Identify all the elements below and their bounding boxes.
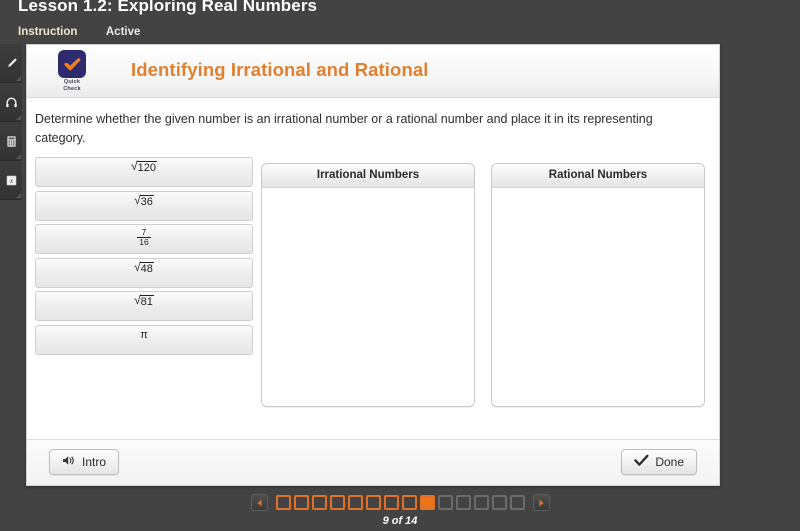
pagination-box-13[interactable] (491, 495, 507, 510)
dropzone-irrational-body[interactable] (262, 188, 474, 406)
pagination-box-14[interactable] (509, 495, 525, 510)
quick-check-label: Quick Check (51, 79, 93, 92)
radicand: 36 (139, 194, 154, 208)
pagination-count: 9 of 14 (382, 515, 418, 527)
pagination-box-1[interactable] (275, 495, 291, 510)
tab-instruction[interactable]: Instruction (18, 26, 77, 38)
instruction-text: Determine whether the given number is an… (35, 112, 653, 145)
tile-sqrt48[interactable]: √ 48 (35, 257, 253, 288)
highlighter-icon[interactable] (0, 44, 22, 83)
page-title: Lesson 1.2: Exploring Real Numbers (18, 0, 318, 15)
activity-screen: Lesson 1.2: Exploring Real Numbers Instr… (0, 0, 800, 531)
dropzone-rational-title: Rational Numbers (492, 164, 704, 188)
pagination-box-10[interactable] (437, 495, 453, 510)
check-icon (58, 50, 86, 78)
formula-icon[interactable]: x (0, 161, 22, 200)
radicand: 81 (139, 295, 154, 308)
radicand: 120 (136, 161, 157, 174)
quick-check-line2: Check (63, 85, 81, 92)
content-panel: Quick Check Identifying Irrational and R… (26, 44, 720, 486)
intro-button[interactable]: Intro (49, 449, 120, 475)
pagination-box-7[interactable] (383, 495, 399, 510)
tile-sqrt120[interactable]: √ 120 (35, 157, 253, 187)
pagination (0, 494, 800, 511)
quick-check-line1: Quick (63, 79, 81, 85)
pagination-box-3[interactable] (311, 495, 327, 510)
activity-header: Quick Check Identifying Irrational and R… (27, 45, 719, 98)
done-button[interactable]: Done (621, 449, 697, 475)
tile-value: 7 16 (137, 227, 151, 247)
dropzone-rational[interactable]: Rational Numbers (491, 163, 705, 407)
tile-value: √ 48 (134, 261, 154, 275)
tile-sqrt36[interactable]: √ 36 (35, 190, 253, 221)
pagination-box-5[interactable] (347, 495, 363, 510)
fraction-numerator: 7 (141, 227, 147, 237)
calculator-icon[interactable] (0, 122, 22, 161)
pagination-box-2[interactable] (293, 495, 309, 510)
quick-check-logo: Quick Check (51, 50, 93, 92)
intro-button-label: Intro (82, 455, 107, 469)
tool-rail: x (0, 44, 22, 200)
checkmark-icon (634, 454, 649, 470)
pagination-next-button[interactable] (532, 494, 550, 511)
tile-value: √ 81 (134, 294, 154, 308)
panel-footer: Intro Done (27, 439, 719, 485)
pagination-box-4[interactable] (329, 495, 345, 510)
pagination-box-9[interactable] (419, 495, 435, 510)
pagination-box-6[interactable] (365, 495, 381, 510)
fraction-denominator: 16 (137, 237, 151, 247)
speaker-icon (62, 454, 76, 470)
tile-value: √ 36 (134, 194, 154, 208)
tile-value: π (140, 328, 148, 341)
tile-fraction[interactable]: 7 16 (35, 224, 253, 254)
done-button-label: Done (655, 455, 684, 469)
dropzone-irrational-title: Irrational Numbers (262, 164, 474, 188)
activity-title: Identifying Irrational and Rational (131, 59, 429, 80)
pagination-box-11[interactable] (455, 495, 471, 510)
draggable-tiles: √ 120 √ 36 7 16 √ 48 √ 81 π (35, 157, 253, 358)
tab-active[interactable]: Active (106, 26, 141, 38)
work-area: √ 120 √ 36 7 16 √ 48 √ 81 π Irrational N… (27, 157, 719, 419)
pagination-box-12[interactable] (473, 495, 489, 510)
radicand: 48 (139, 261, 154, 275)
tile-value: √ 120 (131, 160, 157, 174)
tab-bar: Instruction Active (18, 22, 164, 38)
pagination-box-8[interactable] (401, 495, 417, 510)
dropzone-irrational[interactable]: Irrational Numbers (261, 163, 475, 407)
dropzone-rational-body[interactable] (492, 188, 704, 406)
pagination-prev-button[interactable] (250, 494, 268, 511)
headphones-icon[interactable] (0, 83, 22, 122)
tile-pi[interactable]: π (35, 324, 253, 355)
tile-sqrt81[interactable]: √ 81 (35, 291, 253, 321)
